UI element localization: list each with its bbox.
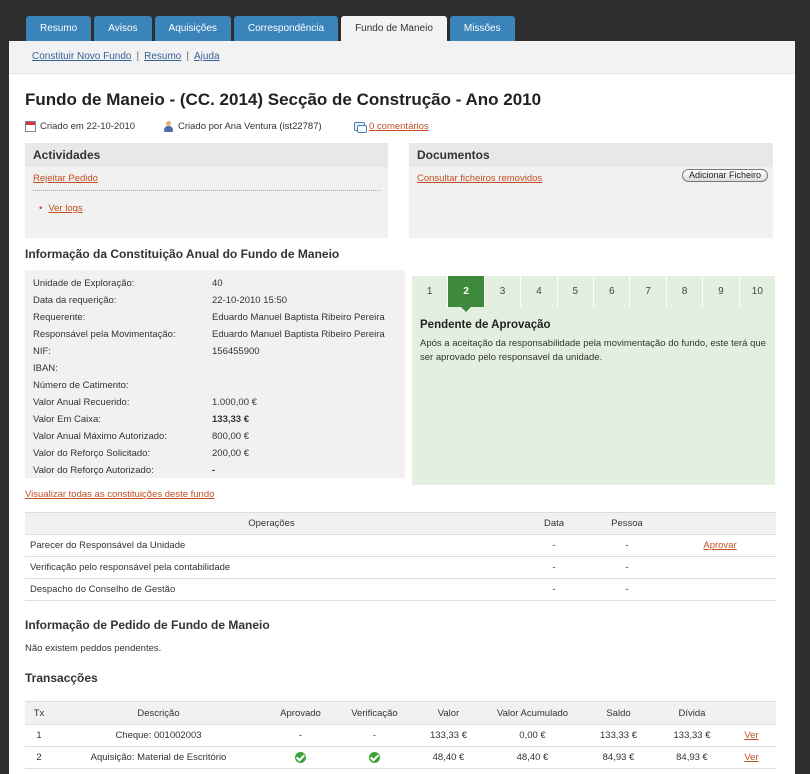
col-descricao: Descrição	[53, 701, 264, 725]
tab-avisos[interactable]: Avisos	[94, 16, 152, 41]
main-tabs: Resumo Avisos Aquisições Correspondência…	[26, 16, 515, 41]
step-5[interactable]: 5	[557, 276, 595, 307]
col-valor: Valor	[412, 701, 485, 725]
info-row: Valor do Reforço Solicitado: 200,00 €	[33, 448, 249, 459]
subnav-resumo[interactable]: Resumo	[144, 51, 181, 62]
progress-panel: 1 2 3 4 5 6 7 8 9 10 Pendente de Aprovaç…	[412, 276, 776, 485]
subnav-ajuda[interactable]: Ajuda	[194, 51, 220, 62]
table-row: Parecer do Responsável da Unidade - - Ap…	[25, 534, 776, 557]
table-row: 1 Cheque: 001002003 - - 133,33 € 0,00 € …	[25, 724, 776, 747]
step-9[interactable]: 9	[703, 276, 740, 307]
page-title: Fundo de Maneio - (CC. 2014) Secção de C…	[25, 90, 542, 109]
activities-panel: Actividades Rejeitar Pedido • Ver logs	[25, 143, 388, 238]
info-row: Unidade de Exploração: 40	[33, 278, 223, 289]
table-row: Verificação pelo responsável pela contab…	[25, 556, 776, 579]
view-transaction-link[interactable]: Ver	[744, 752, 758, 763]
calendar-icon	[25, 121, 36, 132]
transactions-table: Tx Descrição Aprovado Verificação Valor …	[25, 701, 776, 769]
step-3[interactable]: 3	[484, 276, 522, 307]
step-10[interactable]: 10	[739, 276, 776, 307]
tab-resumo[interactable]: Resumo	[26, 16, 92, 41]
col-valor-acumulado: Valor Acumulado	[485, 701, 580, 725]
step-6[interactable]: 6	[594, 276, 631, 307]
table-row: Despacho do Conselho de Gestão - -	[25, 578, 776, 601]
no-pending-requests: Não existem peddos pendentes.	[25, 643, 162, 654]
frame-left	[0, 41, 9, 774]
tab-aquisicoes[interactable]: Aquisições	[154, 16, 231, 41]
comments-icon	[354, 121, 367, 133]
subnav-constituir-novo-fundo[interactable]: Constituir Novo Fundo	[32, 51, 132, 62]
operations-table: Operações Data Pessoa Parecer do Respons…	[25, 512, 776, 601]
info-row: Valor Anual Máximo Autorizado: 800,00 €	[33, 431, 249, 442]
col-tx: Tx	[25, 701, 53, 725]
annual-info-title: Informação da Constituição Anual do Fund…	[25, 247, 340, 261]
created-by: Criado por Ana Ventura (ist22787)	[163, 121, 322, 132]
info-row: Responsável pela Movimentação: Eduardo Ma…	[33, 329, 385, 340]
info-row: Requerente: Eduardo Manuel Baptista Ribei…	[33, 312, 385, 323]
step-1[interactable]: 1	[412, 276, 449, 307]
step-7[interactable]: 7	[630, 276, 667, 307]
tab-missoes[interactable]: Missões	[449, 16, 515, 41]
col-data: Data	[518, 512, 590, 535]
progress-steps: 1 2 3 4 5 6 7 8 9 10	[412, 276, 776, 312]
info-row: NIF: 156455900	[33, 346, 260, 357]
step-8[interactable]: 8	[666, 276, 704, 307]
step-4[interactable]: 4	[521, 276, 558, 307]
user-icon	[163, 121, 174, 132]
table-row: 2 Aquisição: Material de Escritório 48,4…	[25, 746, 776, 769]
created-on: Criado em 22-10-2010	[25, 121, 135, 132]
approve-link[interactable]: Aprovar	[703, 540, 736, 551]
bullet: •	[39, 203, 43, 214]
add-file-button[interactable]: Adicionar Ficheiro	[682, 169, 769, 182]
view-logs-link[interactable]: Ver logs	[48, 203, 82, 214]
info-row: IBAN:	[33, 363, 58, 374]
view-all-constitutions-link[interactable]: Visualizar todas as constituições deste …	[25, 489, 214, 500]
status-description: Após a aceitação da responsabilidade pel…	[420, 338, 766, 363]
documents-panel: Documentos Consultar ficheiros removidos	[409, 143, 773, 238]
documents-title: Documentos	[409, 143, 773, 167]
status-title: Pendente de Aprovação	[420, 319, 551, 331]
request-info-title: Informação de Pedido de Fundo de Maneio	[25, 618, 270, 632]
approved-check-icon	[295, 751, 306, 763]
col-action	[727, 701, 776, 725]
info-row: Número de Catimento:	[33, 380, 129, 391]
activities-title: Actividades	[25, 143, 388, 167]
removed-files-link[interactable]: Consultar ficheiros removidos	[417, 173, 542, 184]
tab-fundo-de-maneio[interactable]: Fundo de Maneio	[341, 16, 447, 41]
col-action	[664, 512, 776, 535]
transactions-title: Transacções	[25, 671, 98, 685]
reject-request-link[interactable]: Rejeitar Pedido	[33, 173, 98, 184]
top-bar: Resumo Avisos Aquisições Correspondência…	[0, 0, 810, 41]
frame-right	[795, 41, 810, 774]
col-verificacao: Verificação	[337, 701, 412, 725]
col-operacoes: Operações	[25, 512, 518, 535]
annual-info-panel: Unidade de Exploração: 40 Data da requeri…	[25, 270, 405, 478]
info-row: Data da requerição: 22-10-2010 15:50	[33, 295, 288, 306]
info-row: Valor do Reforço Autorizado: -	[33, 465, 216, 476]
view-transaction-link[interactable]: Ver	[744, 730, 758, 741]
sub-nav: Constituir Novo Fundo | Resumo | Ajuda	[9, 41, 795, 74]
comments-link[interactable]: 0 comentários	[369, 121, 429, 132]
col-saldo: Saldo	[580, 701, 657, 725]
tab-correspondencia[interactable]: Correspondência	[233, 16, 339, 41]
verified-check-icon	[369, 751, 380, 763]
step-2[interactable]: 2	[448, 276, 485, 312]
col-aprovado: Aprovado	[264, 701, 337, 725]
info-row: Valor Em Caixa: 133,33 €	[33, 414, 249, 425]
comments: 0 comentários	[354, 121, 429, 133]
col-pessoa: Pessoa	[590, 512, 664, 535]
col-divida: Dívida	[657, 701, 727, 725]
info-row: Valor Anual Recuerido: 1.000,00 €	[33, 397, 257, 408]
